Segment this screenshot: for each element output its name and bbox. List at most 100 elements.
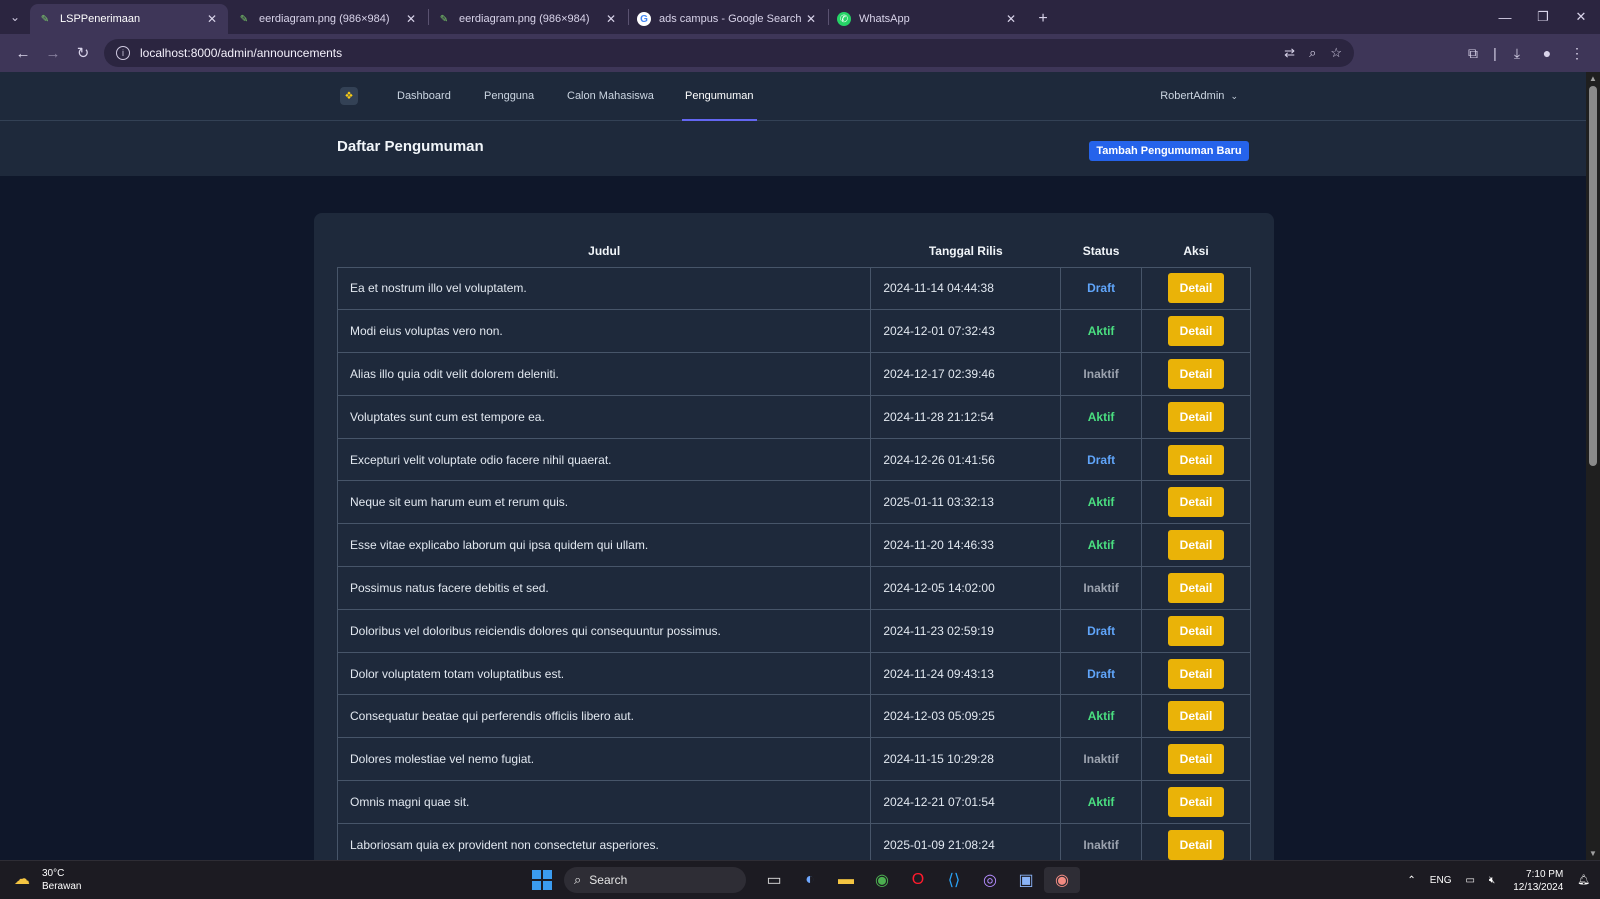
terminal-icon[interactable]: ▣	[1008, 867, 1044, 893]
cell-aksi: Detail	[1141, 694, 1251, 739]
search-icon: ⌕	[574, 872, 582, 887]
github-desktop-icon[interactable]: ◎	[972, 867, 1008, 893]
network-icon[interactable]: ▭	[1465, 875, 1474, 886]
weather-widget[interactable]: ☁ 30°C Berawan	[14, 867, 81, 893]
cell-tanggal-rilis: 2024-12-03 05:09:25	[870, 694, 1062, 739]
user-name: RobertAdmin	[1160, 90, 1225, 102]
detail-button[interactable]: Detail	[1168, 658, 1225, 689]
close-icon[interactable]: ✕	[1003, 12, 1019, 26]
opera-icon[interactable]: O	[900, 867, 936, 893]
file-explorer-icon[interactable]: ▬	[828, 867, 864, 893]
nav-link-pengumuman[interactable]: Pengumuman	[682, 72, 757, 121]
detail-button[interactable]: Detail	[1168, 744, 1225, 775]
detail-button[interactable]: Detail	[1168, 829, 1225, 860]
table-row: Esse vitae explicabo laborum qui ipsa qu…	[336, 523, 1251, 568]
extensions-icon[interactable]: ⧉	[1458, 45, 1488, 62]
page-header: Daftar Pengumuman Tambah Pengumuman Baru	[0, 121, 1586, 176]
copilot-icon[interactable]: ◐	[792, 867, 828, 893]
windows-start-icon[interactable]	[532, 870, 552, 890]
cell-judul: Neque sit eum harum eum et rerum quis.	[336, 480, 872, 525]
detail-button[interactable]: Detail	[1168, 401, 1225, 432]
detail-button[interactable]: Detail	[1168, 615, 1225, 646]
status-badge: Aktif	[1060, 394, 1143, 439]
tab-title: ads campus - Google Search	[659, 13, 802, 25]
close-icon[interactable]: ✕	[603, 12, 619, 26]
chevron-up-icon[interactable]: ⌃	[1407, 875, 1415, 886]
reload-icon[interactable]: ↻	[68, 44, 98, 62]
table-row: Modi eius voluptas vero non. 2024-12-01 0…	[336, 309, 1251, 354]
scroll-down-icon[interactable]: ▼	[1586, 849, 1600, 858]
close-icon[interactable]: ✕	[204, 12, 220, 26]
task-view-icon[interactable]: ▭	[756, 867, 792, 893]
restore-icon[interactable]: ❐	[1524, 9, 1562, 25]
detail-button[interactable]: Detail	[1168, 358, 1225, 389]
kebab-menu-icon[interactable]: ⋮	[1562, 45, 1592, 62]
browser-tab[interactable]: ✎ LSPPenerimaan ✕	[30, 4, 228, 34]
nav-link-calon-mahasiswa[interactable]: Calon Mahasiswa	[567, 72, 654, 121]
cell-tanggal-rilis: 2025-01-11 03:32:13	[870, 480, 1062, 525]
cell-aksi: Detail	[1141, 566, 1251, 610]
user-menu[interactable]: RobertAdmin ⌄	[1160, 72, 1238, 121]
chrome-icon[interactable]: ◉	[864, 867, 900, 893]
detail-button[interactable]: Detail	[1168, 273, 1225, 304]
volume-muted-icon[interactable]: 🔇︎	[1489, 875, 1495, 886]
announcements-card: Judul Tanggal Rilis Status Aksi Ea et no…	[314, 213, 1274, 860]
detail-button[interactable]: Detail	[1168, 487, 1225, 518]
new-tab-button[interactable]: +	[1028, 4, 1058, 34]
taskbar-search[interactable]: ⌕ Search	[564, 867, 746, 893]
cell-judul: Ea et nostrum illo vel voluptatem.	[336, 266, 872, 311]
clock[interactable]: 7:10 PM 12/13/2024	[1513, 868, 1563, 894]
status-badge: Inaktif	[1060, 822, 1143, 860]
cell-judul: Alias illo quia odit velit dolorem delen…	[336, 352, 872, 396]
browser-tab[interactable]: G ads campus - Google Search ✕	[629, 4, 827, 34]
minimize-icon[interactable]: —	[1486, 10, 1524, 25]
detail-button[interactable]: Detail	[1168, 786, 1225, 817]
detail-button[interactable]: Detail	[1168, 530, 1225, 561]
weather-temperature: 30°C	[42, 868, 65, 879]
nav-link-dashboard[interactable]: Dashboard	[397, 72, 451, 121]
app-logo-icon[interactable]: ❖	[340, 87, 358, 105]
table-row: Consequatur beatae qui perferendis offic…	[336, 694, 1251, 739]
detail-button[interactable]: Detail	[1168, 316, 1225, 347]
add-announcement-button[interactable]: Tambah Pengumuman Baru	[1089, 141, 1249, 161]
scroll-up-icon[interactable]: ▲	[1586, 74, 1600, 83]
notification-bell-icon[interactable]: 🔔︎	[1577, 875, 1590, 886]
status-badge: Draft	[1060, 651, 1143, 696]
table-row: Dolores molestiae vel nemo fugiat. 2024-1…	[336, 737, 1251, 782]
close-icon[interactable]: ✕	[803, 12, 819, 26]
table-header-row: Judul Tanggal Rilis Status Aksi	[338, 235, 1251, 267]
app-navbar: ❖ Dashboard Pengguna Calon Mahasiswa Pen…	[0, 72, 1586, 121]
profile-icon[interactable]: ●	[1532, 45, 1562, 61]
cell-tanggal-rilis: 2024-11-15 10:29:28	[870, 737, 1062, 782]
scrollbar-thumb[interactable]	[1589, 86, 1597, 466]
vscode-icon[interactable]: ⟨⟩	[936, 867, 972, 893]
address-bar[interactable]: i localhost:8000/admin/announcements ⇄ ⌕…	[104, 39, 1354, 67]
zoom-icon[interactable]: ⌕	[1309, 45, 1316, 61]
detail-button[interactable]: Detail	[1168, 572, 1225, 603]
chrome-dev-icon[interactable]: ◉	[1044, 867, 1080, 893]
tab-search-chevron-icon[interactable]: ⌄	[0, 0, 30, 34]
cell-aksi: Detail	[1141, 352, 1251, 396]
back-icon[interactable]: ←	[8, 45, 38, 62]
toolbar-divider: |	[1493, 45, 1497, 61]
cell-judul: Laboriosam quia ex provident non consect…	[336, 822, 872, 860]
site-info-icon[interactable]: i	[116, 46, 130, 60]
browser-tab[interactable]: ✎ eerdiagram.png (986×984) ✕	[429, 4, 627, 34]
weather-description: Berawan	[42, 881, 82, 892]
browser-tab[interactable]: ✎ eerdiagram.png (986×984) ✕	[229, 4, 427, 34]
detail-button[interactable]: Detail	[1168, 701, 1225, 732]
page-scrollbar[interactable]: ▲ ▼	[1586, 72, 1600, 860]
nav-link-pengguna[interactable]: Pengguna	[484, 72, 534, 121]
taskbar-search-label: Search	[589, 873, 628, 887]
browser-tab[interactable]: ✆ WhatsApp ✕	[829, 4, 1027, 34]
download-icon[interactable]: ⤓	[1502, 45, 1532, 62]
close-icon[interactable]: ✕	[403, 12, 419, 26]
forward-icon[interactable]: →	[38, 45, 68, 62]
bookmark-star-icon[interactable]: ☆	[1330, 45, 1342, 61]
browser-tab-bar: ⌄ ✎ LSPPenerimaan ✕ ✎ eerdiagram.png (98…	[0, 0, 1600, 34]
language-indicator[interactable]: ENG	[1430, 875, 1452, 886]
detail-button[interactable]: Detail	[1168, 444, 1225, 475]
close-window-icon[interactable]: ✕	[1562, 9, 1600, 25]
clock-date: 12/13/2024	[1513, 881, 1564, 893]
translate-icon[interactable]: ⇄	[1284, 45, 1295, 61]
